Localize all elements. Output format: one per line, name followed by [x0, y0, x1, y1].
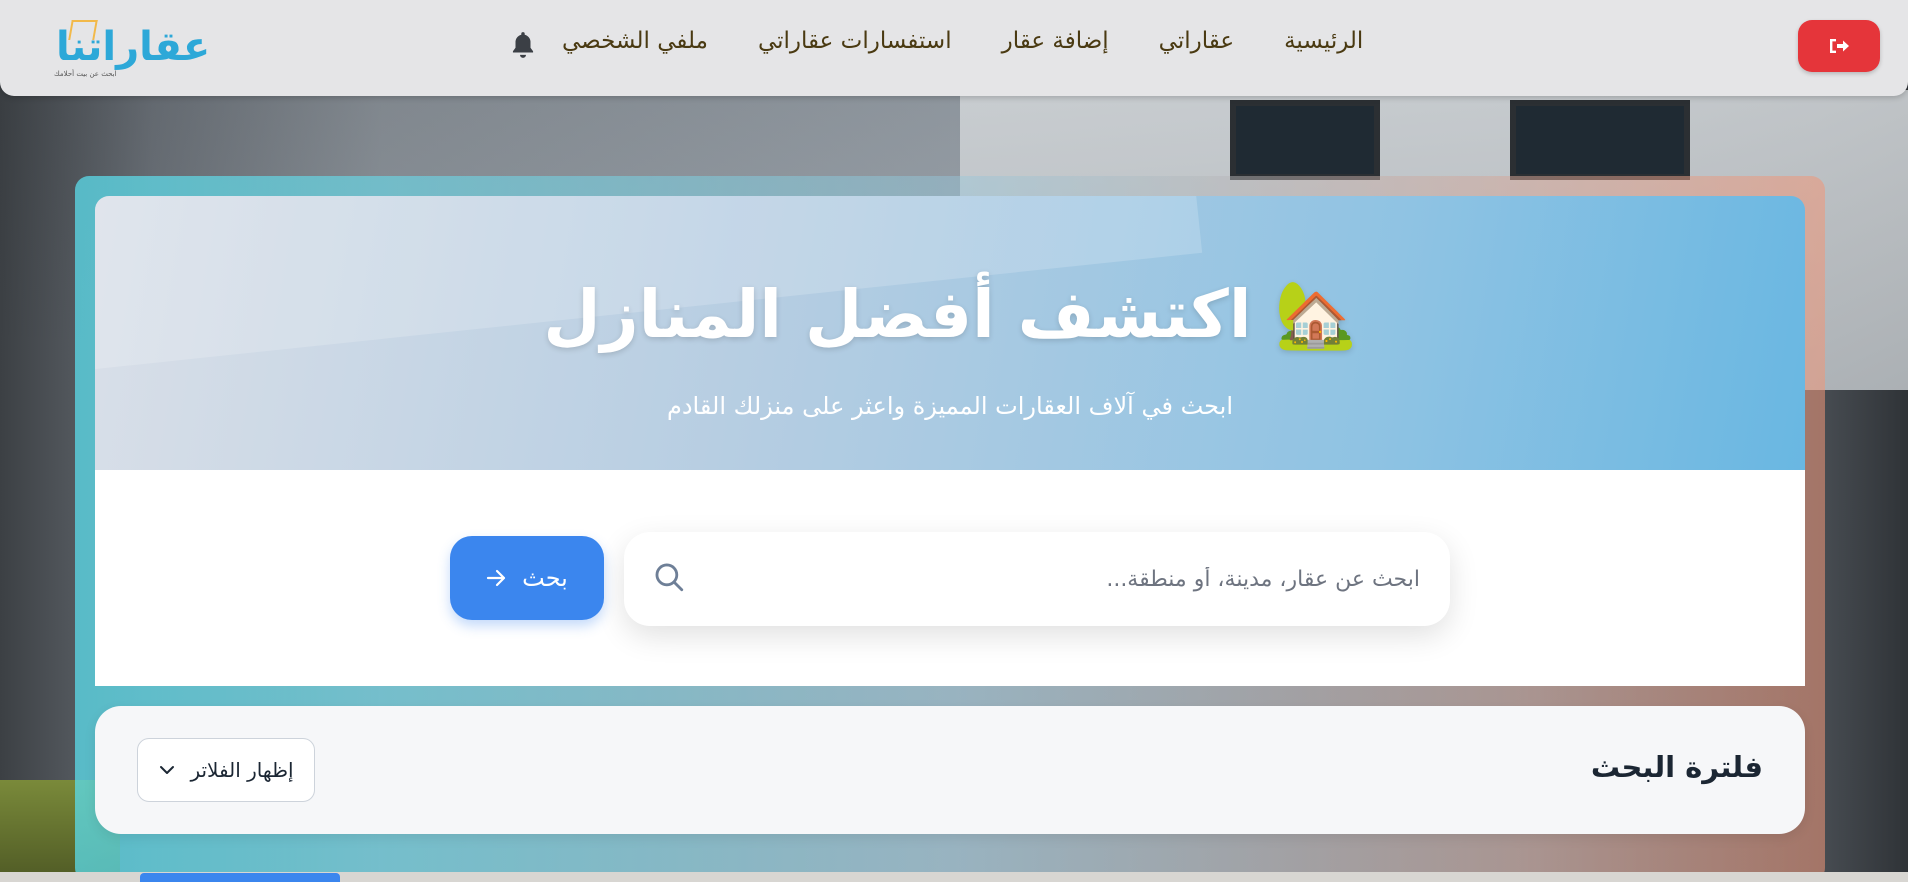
logo[interactable]: عقاراتنا ابحث عن بيت أحلامك: [50, 20, 212, 78]
search-icon: [655, 563, 684, 592]
chevron-down-icon: [160, 766, 175, 774]
search-box: [624, 532, 1450, 626]
arrow-right-icon: [487, 569, 506, 587]
nav-my-property-inquiries[interactable]: استفسارات عقاراتي: [758, 28, 952, 54]
house-emoji-icon: 🏡: [1274, 276, 1357, 353]
notifications-button[interactable]: [510, 30, 536, 60]
filter-bar: فلترة البحث إظهار الفلاتر: [95, 706, 1805, 834]
background-window: [1230, 100, 1380, 180]
logout-button[interactable]: [1798, 20, 1880, 72]
search-button[interactable]: بحث: [450, 536, 604, 620]
filter-title: فلترة البحث: [1590, 750, 1763, 784]
show-filters-button[interactable]: إظهار الفلاتر: [137, 738, 315, 802]
bell-icon: [512, 32, 534, 58]
navbar: عقاراتنا ابحث عن بيت أحلامك ملفي الشخصي …: [0, 0, 1908, 96]
hero-subtitle: ابحث في آلاف العقارات المميزة واعثر على …: [667, 392, 1233, 420]
nav-home[interactable]: الرئيسية: [1284, 28, 1363, 54]
search-input[interactable]: [720, 556, 1420, 602]
search-button-label: بحث: [522, 564, 568, 592]
sign-out-icon: [1830, 39, 1849, 53]
background-window: [1510, 100, 1690, 180]
nav-add-property[interactable]: إضافة عقار: [1002, 28, 1109, 54]
logo-text: عقاراتنا: [56, 24, 212, 70]
hero-title-text: اكتشف أفضل المنازل: [543, 276, 1252, 353]
hero-banner: 🏡 اكتشف أفضل المنازل ابحث في آلاف العقار…: [95, 196, 1805, 470]
show-filters-label: إظهار الفلاتر: [190, 758, 294, 782]
hero-title: 🏡 اكتشف أفضل المنازل: [95, 276, 1805, 354]
nav-profile[interactable]: ملفي الشخصي: [562, 28, 708, 54]
bottom-blue-element: [140, 873, 340, 882]
nav-my-properties[interactable]: عقاراتي: [1159, 28, 1234, 54]
nav-links: ملفي الشخصي استفسارات عقاراتي إضافة عقار…: [562, 28, 1363, 54]
logo-tagline: ابحث عن بيت أحلامك: [54, 70, 117, 78]
